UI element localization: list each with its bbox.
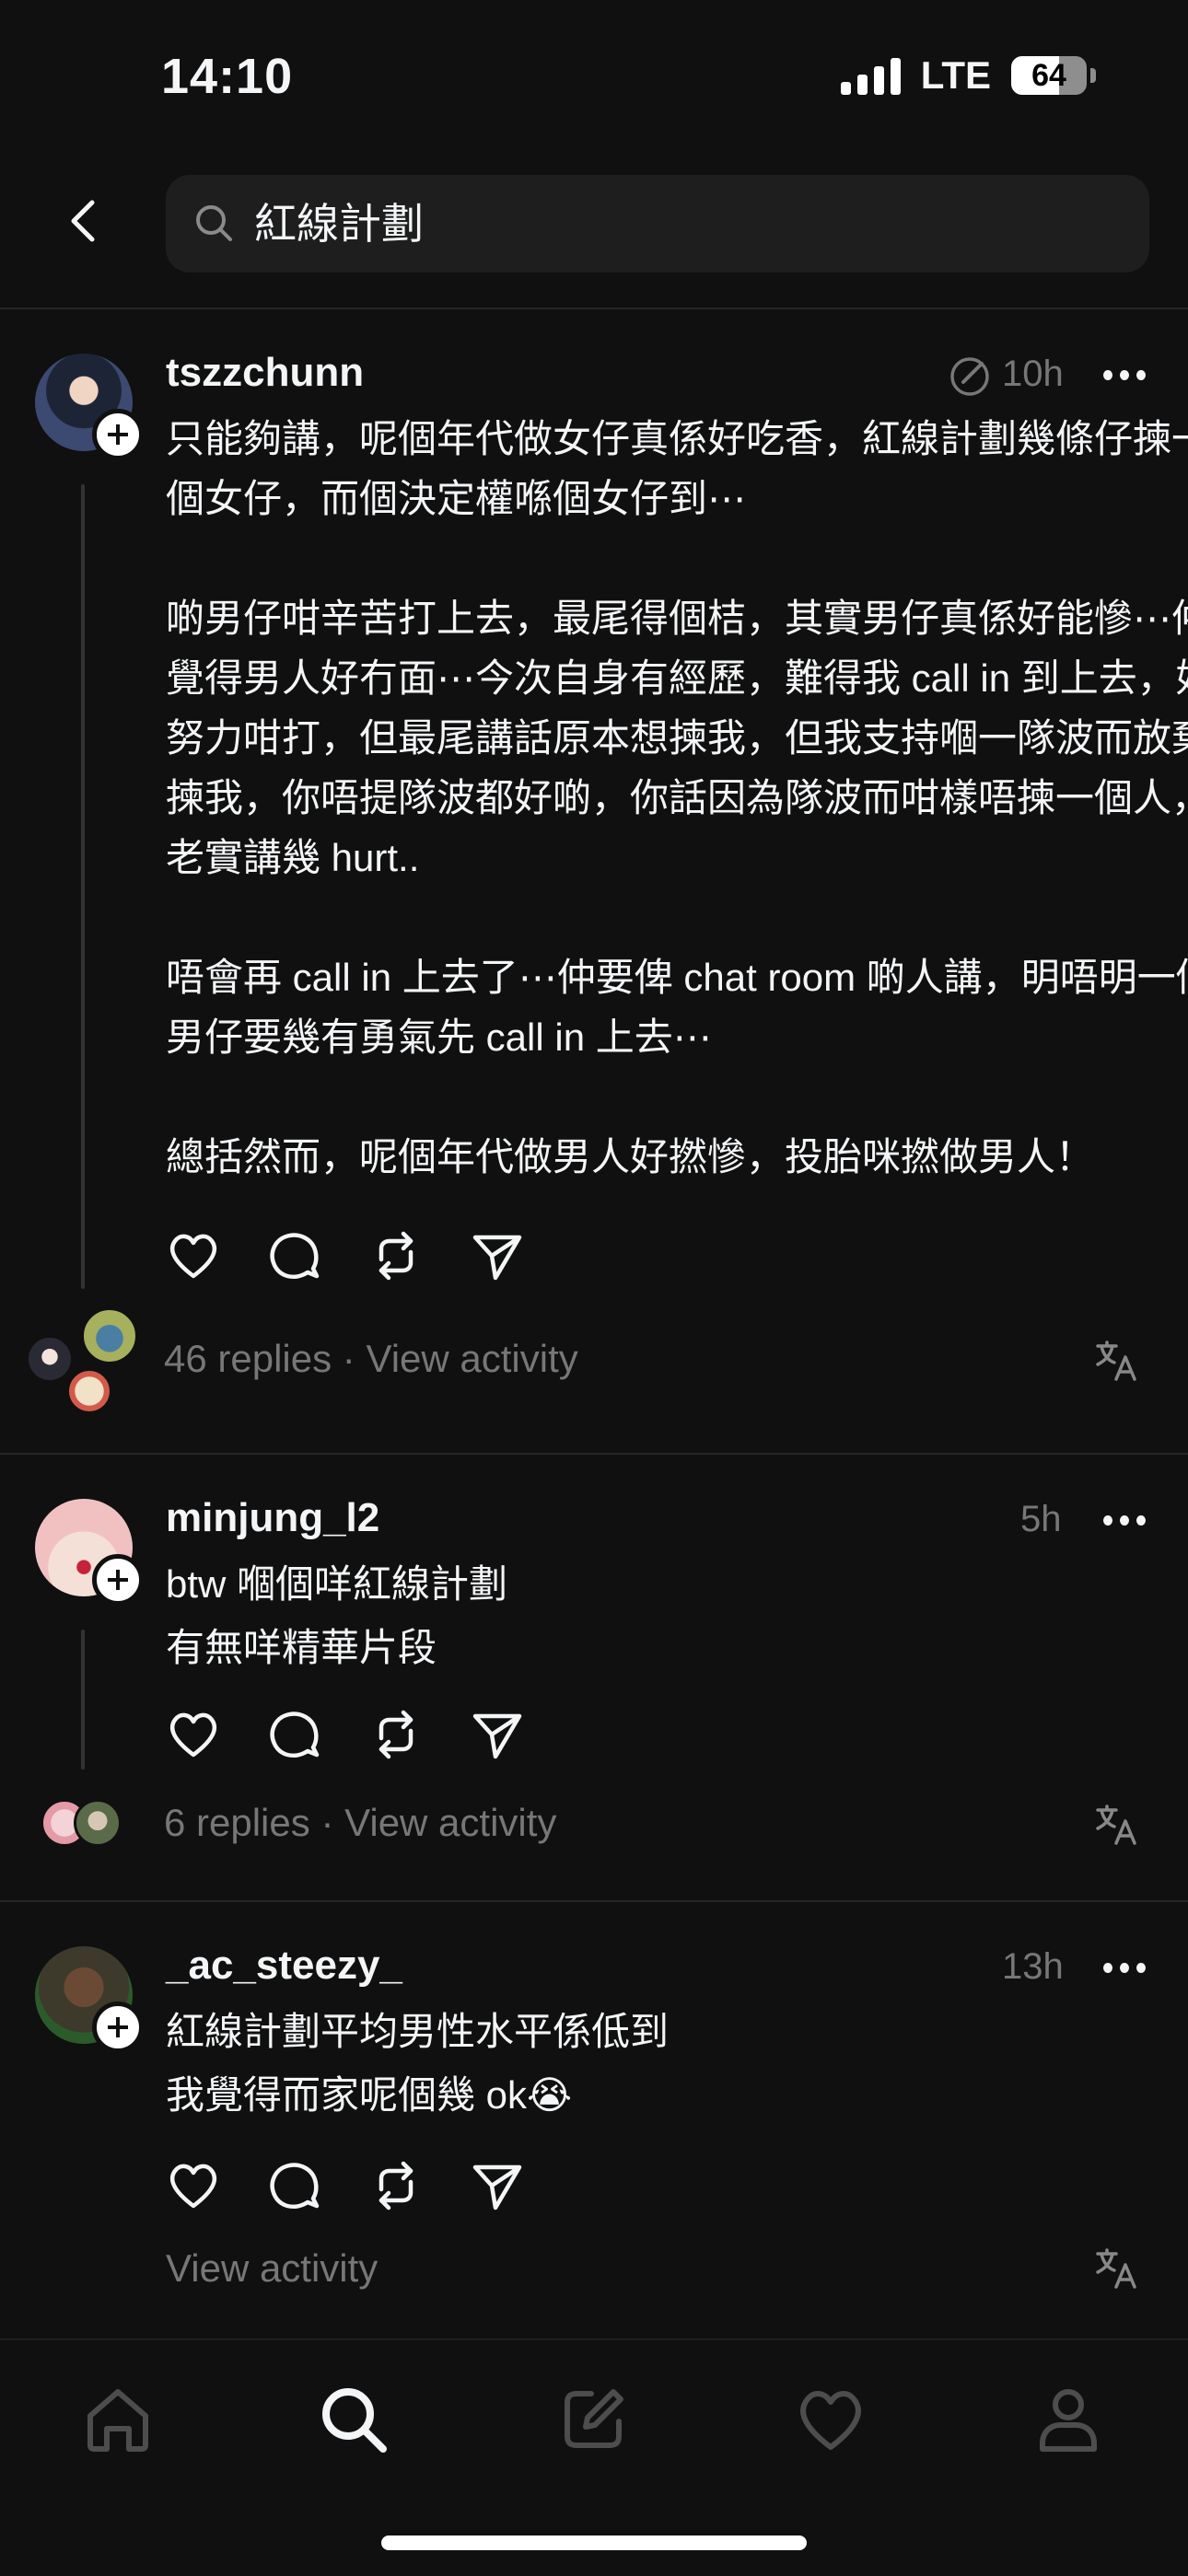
- translate-icon: [1096, 1804, 1136, 1845]
- thread-line: [81, 1630, 85, 1770]
- post-paragraph: 唔會再 call in 上去了⋯仲要俾 chat room 啲人講，明唔明一個男…: [166, 956, 1188, 1059]
- replies-count[interactable]: 46 replies: [164, 1337, 332, 1380]
- post-meta: 6 replies · View activity: [164, 1801, 556, 1845]
- post-body: btw 嗰個咩紅線計劃 有無咩精華片段: [166, 1554, 1188, 1677]
- post-meta: 46 replies · View activity: [164, 1337, 578, 1381]
- translate-icon: [1096, 2248, 1136, 2289]
- nav-search[interactable]: [317, 2383, 390, 2456]
- mini-avatar: [26, 1335, 74, 1383]
- translate-icon: [1096, 1340, 1136, 1381]
- post-line: 我覺得而家呢個幾 ok😭: [166, 2073, 573, 2117]
- network-type: LTE: [920, 53, 991, 97]
- post-paragraph: 總括然而，呢個年代做男人好撚慘，投胎咪撚做男人！: [166, 1135, 1095, 1178]
- post-time: 13h: [1002, 1946, 1064, 1987]
- translate-button[interactable]: [1094, 2246, 1138, 2291]
- post-username[interactable]: tszzchunn: [166, 350, 364, 396]
- plus-icon: [108, 1570, 128, 1590]
- post-time: 5h: [1020, 1499, 1062, 1539]
- search-input[interactable]: 紅線計劃: [166, 175, 1149, 273]
- follow-button[interactable]: [92, 1554, 144, 1606]
- battery-icon: 64: [1011, 56, 1087, 95]
- chevron-left-icon: [71, 200, 95, 242]
- meta-separator: ·: [320, 1801, 334, 1844]
- like-icon[interactable]: [166, 2158, 221, 2213]
- post-username[interactable]: minjung_l2: [166, 1495, 379, 1541]
- like-icon[interactable]: [166, 1228, 221, 1283]
- post-time: 10h: [1002, 354, 1064, 394]
- post-divider: [0, 1900, 1188, 1902]
- battery-tip: [1090, 68, 1096, 83]
- profile-icon: [1040, 2389, 1097, 2452]
- nav-compose[interactable]: [556, 2383, 630, 2456]
- nav-activity[interactable]: [794, 2383, 868, 2456]
- post-actions: [166, 2158, 525, 2213]
- reply-avatars: [22, 1307, 142, 1418]
- translate-button[interactable]: [1094, 1803, 1138, 1847]
- mini-avatar: [66, 1368, 112, 1414]
- reply-icon[interactable]: [267, 1707, 322, 1762]
- post-paragraph: 啲男仔咁辛苦打上去，最尾得個桔，其實男仔真係好能慘⋯仲覺得男人好冇面⋯今次自身有…: [166, 597, 1188, 879]
- post-divider: [0, 1453, 1188, 1455]
- post-username[interactable]: _ac_steezy_: [166, 1943, 402, 1989]
- post-paragraph: 只能夠講，呢個年代做女仔真係好吃香，紅線計劃幾條仔揀一個女仔，而個決定權喺個女仔…: [166, 417, 1188, 520]
- search-icon: [196, 205, 232, 241]
- repost-icon[interactable]: [368, 1228, 424, 1283]
- compose-icon: [565, 2389, 623, 2448]
- thread-line: [81, 484, 85, 1289]
- meta-separator: ·: [342, 1337, 355, 1380]
- post-line: 有無咩精華片段: [166, 1626, 437, 1669]
- battery-level: 64: [1031, 58, 1066, 93]
- repost-icon[interactable]: [368, 1707, 424, 1762]
- repost-icon[interactable]: [368, 2158, 424, 2213]
- share-icon[interactable]: [470, 2158, 525, 2213]
- mini-avatar: [81, 1307, 138, 1364]
- nav-profile[interactable]: [1031, 2383, 1105, 2456]
- plus-icon: [108, 424, 128, 445]
- post-actions: [166, 1228, 525, 1283]
- edited-icon: [947, 354, 993, 400]
- translate-button[interactable]: [1094, 1339, 1138, 1383]
- view-activity-link[interactable]: View activity: [366, 1337, 577, 1380]
- signal-icon: [840, 56, 901, 95]
- post-line: 紅線計劃平均男性水平係低到: [166, 2010, 670, 2053]
- reply-icon[interactable]: [267, 1228, 322, 1283]
- post-actions: [166, 1707, 525, 1762]
- post-body: 紅線計劃平均男性水平係低到 我覺得而家呢個幾 ok😭: [166, 2002, 1188, 2125]
- replies-count[interactable]: 6 replies: [164, 1801, 310, 1844]
- view-activity-link[interactable]: View activity: [344, 1801, 556, 1844]
- more-options-button[interactable]: [1103, 370, 1146, 381]
- search-icon: [322, 2388, 387, 2453]
- heart-icon: [800, 2391, 861, 2450]
- search-query: 紅線計劃: [254, 200, 424, 248]
- post-line: btw 嗰個咩紅線計劃: [166, 1562, 508, 1606]
- status-indicators: LTE 64: [840, 53, 1096, 98]
- status-time: 14:10: [161, 49, 294, 104]
- share-icon[interactable]: [470, 1228, 525, 1283]
- like-icon[interactable]: [166, 1707, 221, 1762]
- reply-icon[interactable]: [267, 2158, 322, 2213]
- follow-button[interactable]: [92, 409, 144, 460]
- share-icon[interactable]: [470, 1707, 525, 1762]
- reply-avatars: [37, 1797, 129, 1852]
- post-body: 只能夠講，呢個年代做女仔真係好吃香，紅線計劃幾條仔揀一個女仔，而個決定權喺個女仔…: [166, 409, 1188, 1187]
- nav-home[interactable]: [81, 2383, 155, 2456]
- more-options-button[interactable]: [1103, 1515, 1146, 1526]
- more-options-button[interactable]: [1103, 1963, 1146, 1974]
- view-activity-link[interactable]: View activity: [166, 2246, 378, 2291]
- plus-icon: [108, 2017, 128, 2037]
- back-button[interactable]: [57, 193, 112, 249]
- header-divider: [0, 307, 1188, 309]
- home-indicator: [381, 2535, 807, 2550]
- mini-avatar: [74, 1799, 122, 1847]
- home-icon: [87, 2389, 148, 2452]
- follow-button[interactable]: [92, 2002, 144, 2053]
